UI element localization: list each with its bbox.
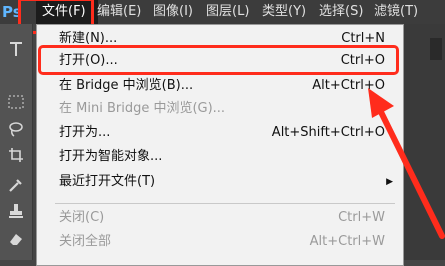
red-arrow-annotation [368, 88, 445, 239]
